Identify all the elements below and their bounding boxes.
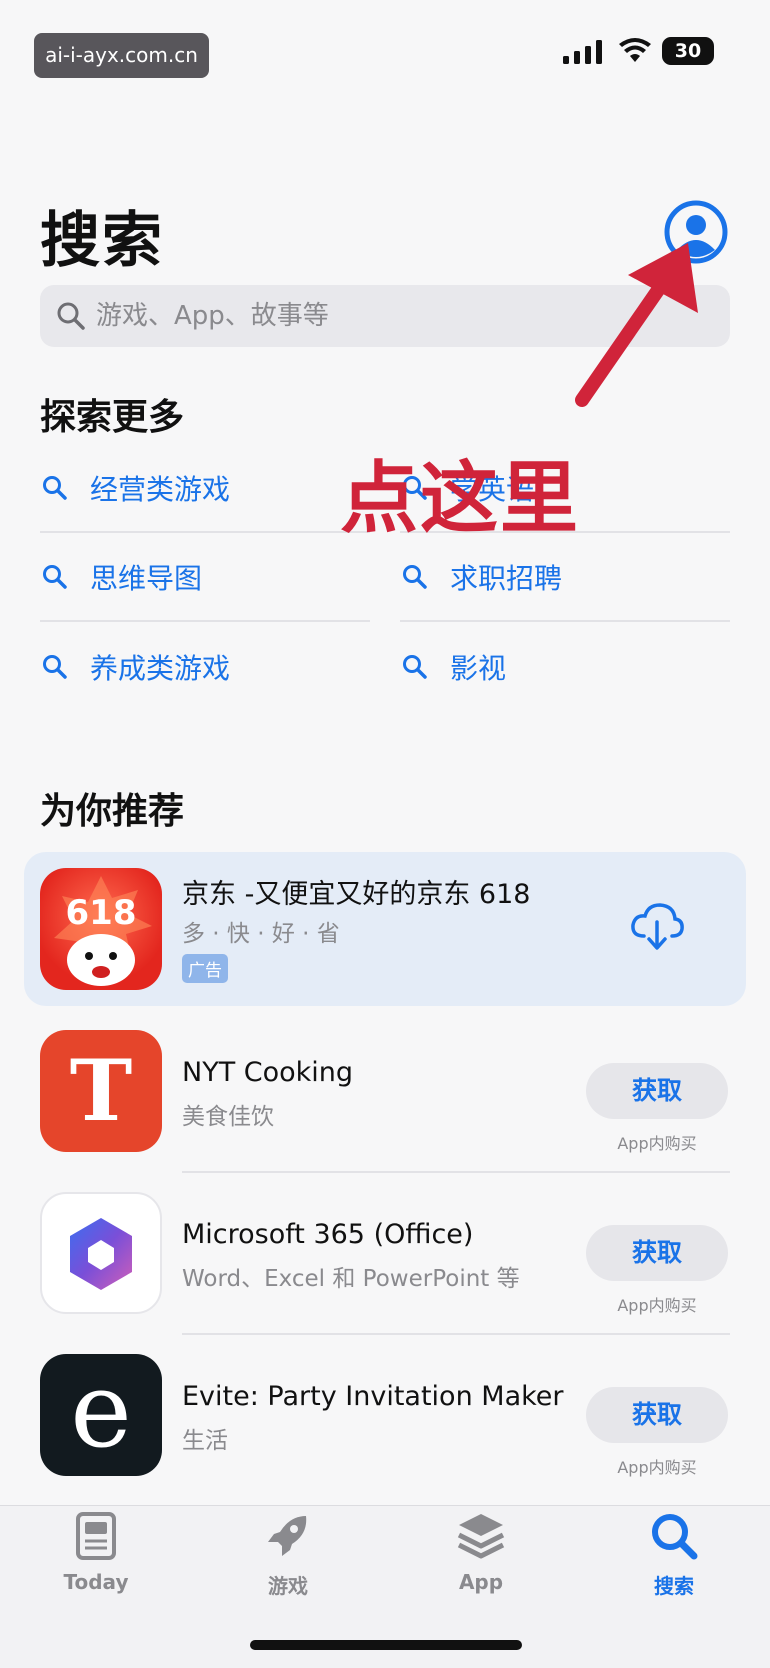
ad-badge: 广告 [182, 954, 228, 983]
explore-item-label: 思维导图 [90, 562, 203, 595]
search-icon [652, 1514, 698, 1560]
tab-games[interactable]: 游戏 [223, 1510, 353, 1599]
explore-section-title: 探索更多 [40, 397, 185, 438]
red-arrow-annotation-icon [575, 243, 698, 407]
evite-logo-icon: e [70, 1354, 132, 1471]
search-icon [403, 565, 427, 589]
search-icon [43, 655, 67, 679]
svg-text:618: 618 [66, 893, 137, 933]
app-layers-icon [457, 1514, 505, 1559]
search-icon [43, 565, 67, 589]
home-indicator [250, 1640, 522, 1650]
tab-label: 游戏 [268, 1574, 308, 1598]
app-subtitle: 多 · 快 · 好 · 省 [182, 921, 340, 947]
row-divider [182, 1171, 730, 1173]
microsoft-365-app-icon[interactable] [40, 1192, 162, 1314]
cloud-download-icon[interactable] [630, 902, 684, 952]
app-name: NYT Cooking [182, 1057, 354, 1088]
tab-today[interactable]: Today [31, 1510, 161, 1594]
app-name: Microsoft 365 (Office) [182, 1219, 474, 1250]
explore-item-label: 养成类游戏 [90, 652, 231, 685]
tab-apps[interactable]: App [416, 1510, 546, 1594]
app-subtitle: Word、Excel 和 PowerPoint 等 [182, 1266, 520, 1292]
jd-dog-icon: 618 [54, 876, 152, 986]
recommend-section-title: 为你推荐 [40, 791, 185, 832]
app-name: Evite: Party Invitation Maker [182, 1381, 564, 1412]
microsoft-365-logo-icon [70, 1218, 132, 1290]
app-subtitle: 生活 [182, 1428, 228, 1454]
explore-item-label: 影视 [450, 652, 507, 685]
page-title: 搜索 [40, 206, 164, 276]
nyt-cooking-app-icon[interactable]: T [40, 1030, 162, 1152]
explore-item-film-tv[interactable]: 影视 [400, 623, 730, 711]
red-text-annotation: 点这里 [340, 454, 581, 544]
search-icon [57, 302, 85, 330]
in-app-purchase-note: App内购买 [617, 1134, 697, 1153]
wifi-icon [619, 38, 651, 62]
tab-label: Today [63, 1570, 129, 1594]
explore-item-business-games[interactable]: 经营类游戏 [40, 445, 370, 533]
evite-app-icon[interactable]: e [40, 1354, 162, 1476]
rocket-icon [268, 1516, 307, 1556]
jd-app-icon[interactable]: 618 [40, 868, 162, 990]
in-app-purchase-note: App内购买 [617, 1296, 697, 1315]
in-app-purchase-note: App内购买 [617, 1458, 697, 1477]
search-icon [43, 476, 67, 500]
app-subtitle: 美食佳饮 [182, 1104, 274, 1130]
nyt-logo-icon: T [69, 1041, 133, 1140]
get-button[interactable]: 获取 [586, 1387, 728, 1443]
app-name: 京东 -又便宜又好的京东 618 [182, 879, 531, 910]
explore-item-label: 求职招聘 [450, 562, 563, 595]
tab-search[interactable]: 搜索 [609, 1510, 739, 1599]
search-icon [403, 655, 427, 679]
row-divider [182, 1333, 730, 1335]
explore-item-raising-games[interactable]: 养成类游戏 [40, 623, 370, 711]
explore-item-mind-map[interactable]: 思维导图 [40, 534, 370, 622]
get-button[interactable]: 获取 [586, 1063, 728, 1119]
watermark: ai-i-ayx.com.cn [34, 33, 209, 78]
tab-label: 搜索 [654, 1574, 694, 1598]
tab-label: App [458, 1570, 504, 1594]
battery-indicator: 30 [662, 37, 714, 65]
explore-item-label: 经营类游戏 [90, 473, 231, 506]
get-button[interactable]: 获取 [586, 1225, 728, 1281]
cellular-signal-icon [563, 40, 602, 64]
today-icon [76, 1512, 116, 1560]
